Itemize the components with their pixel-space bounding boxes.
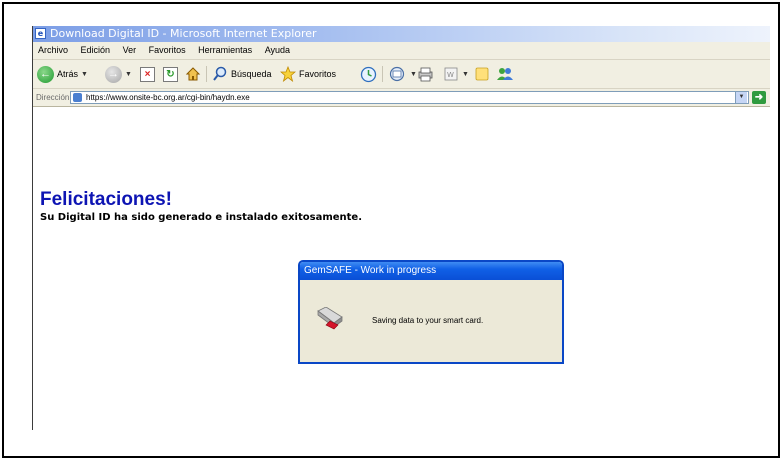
window-title: Download Digital ID - Microsoft Internet… [50, 27, 317, 40]
stop-button[interactable]: × [140, 64, 155, 84]
menu-ver[interactable]: Ver [123, 45, 137, 55]
print-button[interactable] [417, 64, 434, 84]
back-label: Atrás [57, 69, 79, 79]
go-arrow-icon: ➜ [754, 92, 764, 103]
stop-icon: × [140, 66, 155, 82]
history-icon [360, 66, 377, 82]
search-label: Búsqueda [231, 69, 272, 79]
toolbar-separator [382, 66, 383, 82]
toolbar: ← Atrás ▼ → ▼ × ↻ Búsqueda Favoritos ▼ W… [33, 60, 770, 89]
back-arrow-icon: ← [37, 65, 54, 83]
back-button[interactable]: ← Atrás ▼ [37, 64, 88, 84]
page-heading: Felicitaciones! [40, 189, 172, 210]
edit-button[interactable]: W ▼ [443, 64, 469, 84]
address-dropdown-icon[interactable]: ▼ [735, 92, 747, 103]
mail-button[interactable]: ▼ [389, 64, 417, 84]
svg-text:W: W [447, 71, 454, 79]
forward-button[interactable]: → ▼ [105, 64, 132, 84]
forward-dropdown-icon[interactable]: ▼ [125, 71, 132, 78]
address-label: Dirección [36, 93, 70, 102]
dialog-message: Saving data to your smart card. [372, 316, 484, 325]
note-icon [475, 67, 489, 81]
smart-card-reader-icon [317, 307, 343, 330]
messenger-button[interactable] [496, 64, 514, 84]
word-document-icon: W [444, 67, 458, 81]
mail-dropdown-icon[interactable]: ▼ [410, 71, 417, 78]
page-icon [73, 93, 82, 102]
go-button[interactable]: ➜ [752, 91, 766, 104]
star-icon [280, 66, 296, 82]
favorites-button[interactable]: Favoritos [280, 64, 336, 84]
toolbar-separator [206, 66, 207, 82]
menu-bar: Archivo Edición Ver Favoritos Herramient… [33, 42, 770, 60]
dialog-title-bar[interactable]: GemSAFE - Work in progress [300, 262, 562, 280]
progress-dialog: GemSAFE - Work in progress Saving data t… [298, 260, 564, 364]
home-icon [185, 67, 201, 81]
menu-ayuda[interactable]: Ayuda [265, 45, 290, 55]
dialog-title: GemSAFE - Work in progress [304, 265, 437, 276]
history-button[interactable] [360, 64, 377, 84]
address-input[interactable]: https://www.onsite-bc.org.ar/cgi-bin/hay… [70, 91, 749, 104]
home-button[interactable] [185, 64, 201, 84]
refresh-button[interactable]: ↻ [163, 64, 178, 84]
address-url: https://www.onsite-bc.org.ar/cgi-bin/hay… [86, 93, 250, 102]
refresh-icon: ↻ [163, 66, 178, 82]
mail-icon [389, 66, 405, 82]
address-bar: Dirección https://www.onsite-bc.org.ar/c… [33, 89, 770, 107]
printer-icon [418, 67, 433, 82]
discuss-button[interactable] [474, 64, 490, 84]
search-button[interactable]: Búsqueda [212, 64, 272, 84]
menu-favoritos[interactable]: Favoritos [149, 45, 186, 55]
menu-herramientas[interactable]: Herramientas [198, 45, 252, 55]
menu-archivo[interactable]: Archivo [38, 45, 68, 55]
title-bar[interactable]: e Download Digital ID - Microsoft Intern… [33, 26, 770, 42]
page-message: Su Digital ID ha sido generado e instala… [40, 212, 362, 223]
ie-icon: e [35, 28, 46, 39]
favorites-label: Favoritos [299, 69, 337, 79]
browser-window: e Download Digital ID - Microsoft Intern… [32, 26, 770, 430]
back-dropdown-icon[interactable]: ▼ [81, 71, 88, 78]
search-icon [213, 66, 227, 81]
menu-edicion[interactable]: Edición [81, 45, 111, 55]
messenger-icon [497, 68, 513, 80]
forward-arrow-icon: → [105, 65, 122, 83]
edit-dropdown-icon[interactable]: ▼ [462, 71, 469, 78]
